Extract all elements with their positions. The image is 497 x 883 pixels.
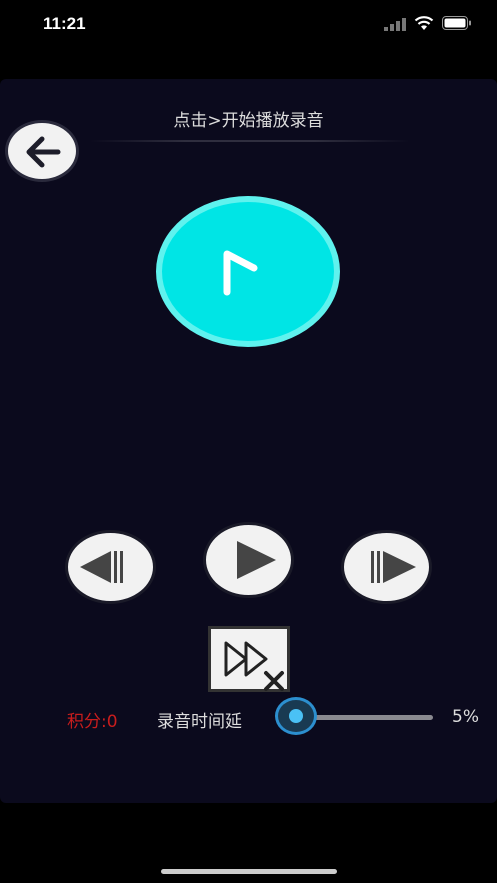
battery-icon <box>442 16 471 30</box>
play-icon <box>237 541 276 579</box>
recording-delay-label: 录音时间延 <box>157 712 242 732</box>
record-timer-button[interactable] <box>156 196 340 347</box>
slider-thumb[interactable] <box>275 697 317 735</box>
next-button[interactable] <box>341 530 432 604</box>
previous-button[interactable] <box>65 530 156 604</box>
home-indicator <box>161 869 337 874</box>
cellular-signal-icon <box>384 18 406 31</box>
fast-forward-cancel-icon <box>224 641 284 691</box>
player-panel <box>0 79 497 803</box>
skip-next-icon <box>371 551 416 583</box>
play-hint: 点击>开始播放录音 <box>173 111 324 131</box>
skip-previous-icon <box>80 551 123 583</box>
score-label: 积分:0 <box>67 712 118 732</box>
status-time: 11:21 <box>43 14 86 33</box>
hint-divider <box>90 140 410 142</box>
speed-button[interactable] <box>208 626 290 692</box>
wifi-icon <box>414 16 434 30</box>
back-button[interactable] <box>5 120 79 182</box>
recording-delay-percent: 5% <box>452 707 479 727</box>
arrow-left-icon <box>26 136 61 168</box>
status-bar: 11:21 <box>0 0 497 50</box>
play-button[interactable] <box>203 522 294 598</box>
clock-hand-icon <box>223 250 258 296</box>
